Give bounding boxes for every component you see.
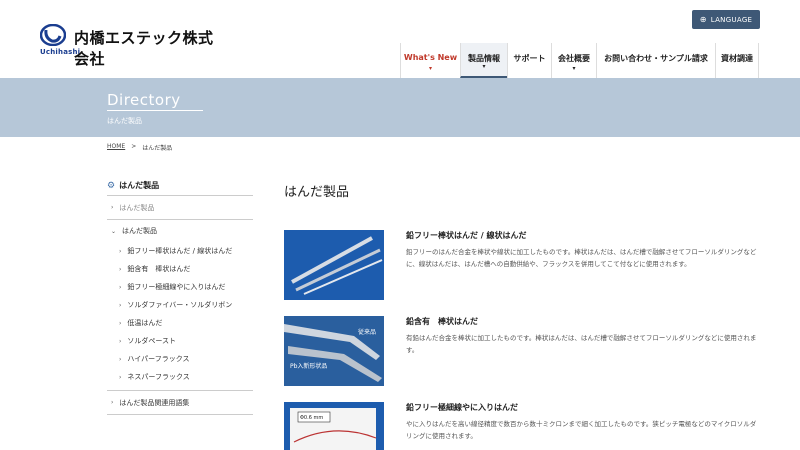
banner-subtitle: はんだ製品	[107, 117, 142, 125]
nav-products[interactable]: 製品情報 ▾	[460, 43, 507, 78]
sidebar-top-link[interactable]: › はんだ製品	[107, 196, 253, 220]
language-label: LANGUAGE	[710, 15, 753, 24]
globe-icon: ⊕	[699, 15, 707, 24]
sidebar-group-label: はんだ製品	[122, 227, 158, 235]
nav-label: 資材調達	[721, 54, 753, 63]
image-label-1: Φ0.6 mm	[300, 415, 323, 421]
chevron-right-icon: ›	[119, 247, 122, 255]
sidebar-sub-label: 低温はんだ	[127, 319, 163, 327]
sidebar-group: ⌄ はんだ製品 › 鉛フリー棒状はんだ / 線状はんだ › 鉛含有 棒状はんだ › 鉛…	[107, 220, 253, 391]
sidebar-sub-label: 鉛フリー極細線やに入りはんだ	[127, 283, 226, 291]
chevron-down-icon: ▾	[572, 65, 576, 72]
sidebar-sub-label: ソルダファイバー・ソルダリボン	[127, 301, 233, 309]
sidebar-item-label: はんだ製品	[119, 203, 155, 212]
company-logo[interactable]: Uchihashi 内橋エステック株式会社	[40, 24, 220, 68]
sidebar-sub-item[interactable]: › ソルダペースト	[107, 332, 253, 350]
sidebar-sub-item[interactable]: › ハイパーフラックス	[107, 350, 253, 368]
nav-company[interactable]: 会社概要 ▾	[551, 43, 596, 78]
product-description: 鉛フリーのはんだ合金を棒状や線状に加工したものです。棒状はんだは、はんだ槽で融解…	[406, 248, 757, 268]
nav-whats-new[interactable]: What's New ▾	[400, 43, 460, 78]
nav-label: お問い合わせ・サンプル請求	[604, 54, 708, 63]
chevron-right-icon: ›	[119, 265, 122, 273]
solder-bar-image	[284, 230, 384, 300]
company-name: 内橋エステック株式会社	[74, 29, 214, 68]
chevron-right-icon: ›	[111, 399, 114, 406]
image-label-1: 従来品	[358, 328, 376, 336]
sidebar-sub-label: 鉛含有 棒状はんだ	[127, 265, 191, 273]
sidebar-sub-label: ネスパーフラックス	[127, 373, 190, 381]
chevron-down-icon: ⌄	[111, 227, 117, 235]
page-title: はんだ製品	[284, 185, 350, 200]
chevron-down-icon: ▾	[482, 63, 486, 70]
breadcrumb: HOME > はんだ製品	[107, 143, 172, 152]
chevron-down-icon: ▾	[428, 65, 433, 72]
sidebar-glossary-link[interactable]: › はんだ製品関連用語集	[107, 391, 253, 415]
site-header: Uchihashi 内橋エステック株式会社 ⊕ LANGUAGE What's …	[0, 0, 800, 78]
nav-procurement[interactable]: 資材調達	[715, 43, 759, 78]
sidebar-sub-item[interactable]: › ネスパーフラックス	[107, 368, 253, 386]
sidebar-heading: ⚙ はんだ製品	[107, 176, 253, 196]
chevron-right-icon: ›	[119, 301, 122, 309]
gear-icon: ⚙	[107, 180, 116, 191]
leaded-bar-image: 従来品 Pb入新形状品	[284, 316, 384, 386]
chevron-right-icon: ›	[119, 283, 122, 291]
breadcrumb-separator: >	[131, 143, 137, 150]
product-title[interactable]: 鉛フリー棒状はんだ / 線状はんだ	[406, 230, 527, 241]
image-label-2: Pb入新形状品	[290, 362, 327, 370]
product-title[interactable]: 鉛含有 棒状はんだ	[406, 316, 478, 327]
sidebar-sub-item[interactable]: › ソルダファイバー・ソルダリボン	[107, 296, 253, 314]
product-image[interactable]: Φ0.6 mm	[284, 402, 384, 450]
sidebar-sub-item[interactable]: › 鉛フリー棒状はんだ / 線状はんだ	[107, 242, 253, 260]
page-banner: Directory はんだ製品	[0, 78, 800, 137]
sidebar-sub-label: 鉛フリー棒状はんだ / 線状はんだ	[127, 247, 233, 255]
banner-title: Directory	[107, 91, 181, 109]
product-title[interactable]: 鉛フリー極細線やに入りはんだ	[406, 402, 518, 413]
chevron-right-icon: ›	[119, 355, 122, 363]
product-image[interactable]	[284, 230, 384, 300]
language-button[interactable]: ⊕ LANGUAGE	[692, 10, 760, 29]
sidebar-sub-item[interactable]: › 鉛含有 棒状はんだ	[107, 260, 253, 278]
chevron-right-icon: ›	[119, 373, 122, 381]
sidebar-sub-item[interactable]: › 鉛フリー極細線やに入りはんだ	[107, 278, 253, 296]
logo-mark-icon	[40, 24, 66, 46]
breadcrumb-home[interactable]: HOME	[107, 143, 125, 152]
sidebar-item-label: はんだ製品関連用語集	[119, 398, 190, 407]
chevron-right-icon: ›	[111, 204, 114, 211]
breadcrumb-current: はんだ製品	[142, 145, 173, 152]
sidebar-group-head[interactable]: ⌄ はんだ製品	[107, 220, 253, 242]
chevron-right-icon: ›	[119, 337, 122, 345]
chevron-right-icon: ›	[119, 319, 122, 327]
product-image[interactable]: 従来品 Pb入新形状品	[284, 316, 384, 386]
nav-label: 会社概要	[558, 54, 590, 63]
product-description: 有鉛はんだ合金を棒状に加工したものです。棒状はんだは、はんだ槽で融解させてフロー…	[406, 334, 757, 354]
sidebar-sub-label: ハイパーフラックス	[127, 355, 190, 363]
fine-wire-image: Φ0.6 mm	[284, 402, 384, 450]
nav-label: サポート	[513, 54, 546, 63]
sidebar-sub-item[interactable]: › 低温はんだ	[107, 314, 253, 332]
banner-divider	[107, 110, 203, 111]
product-description: やに入りはんだを高い線径精度で数百から数十ミクロンまで細く加工したものです。狭ピ…	[406, 420, 757, 440]
nav-support[interactable]: サポート	[507, 43, 551, 78]
sidebar: ⚙ はんだ製品 › はんだ製品 ⌄ はんだ製品 › 鉛フリー棒状はんだ / 線状は…	[107, 176, 253, 415]
sidebar-sub-label: ソルダペースト	[127, 337, 177, 345]
nav-label: What's New	[403, 53, 458, 62]
main-nav: What's New ▾ 製品情報 ▾ サポート 会社概要 ▾ お問い合わせ・サ…	[400, 43, 759, 78]
sidebar-heading-label: はんだ製品	[119, 181, 160, 190]
nav-contact[interactable]: お問い合わせ・サンプル請求	[596, 43, 715, 78]
